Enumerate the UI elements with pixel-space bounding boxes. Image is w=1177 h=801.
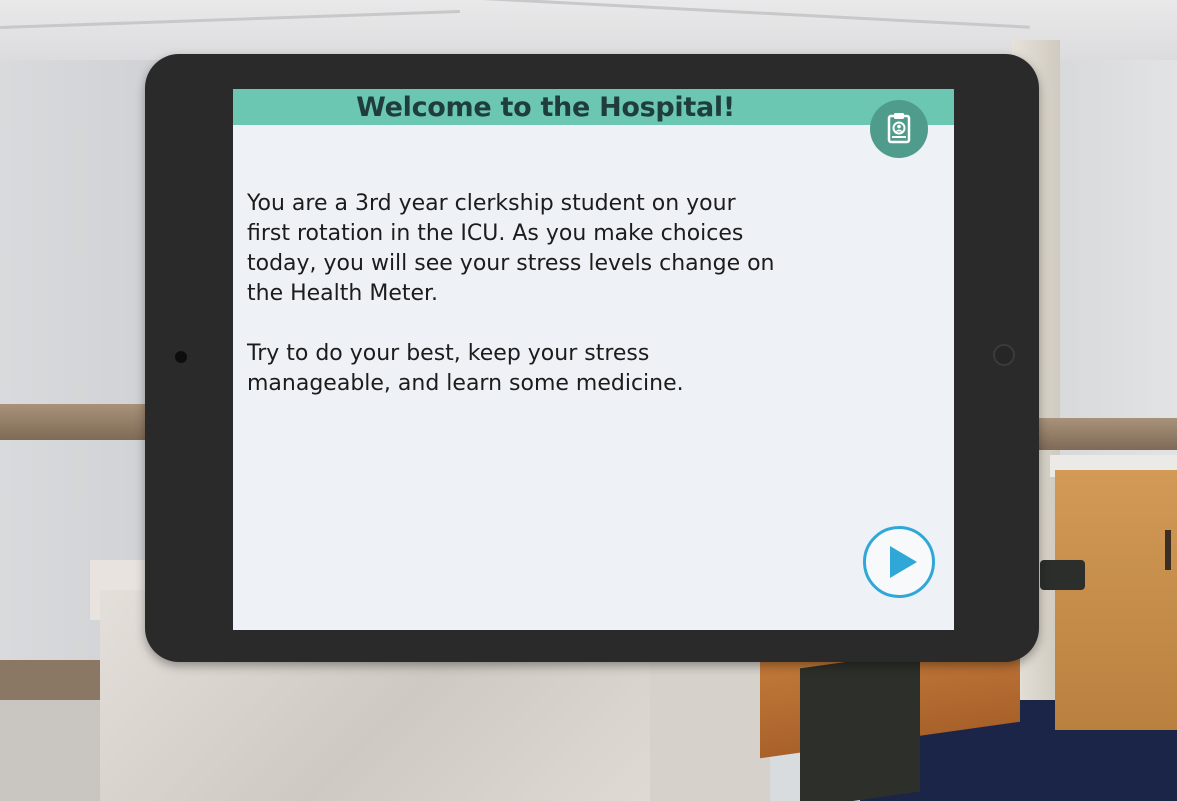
dialog-paragraph-intro: You are a 3rd year clerkship student on …: [247, 191, 775, 306]
hospital-ceiling: [0, 0, 1177, 60]
tablet-device: Welcome to the Hospital! You are a 3rd y…: [145, 54, 1039, 662]
equipment-knob: [1040, 560, 1085, 590]
dialog-body: You are a 3rd year clerkship student on …: [247, 189, 937, 399]
dialog-title: Welcome to the Hospital!: [356, 92, 735, 123]
tablet-camera: [175, 351, 187, 363]
tablet-screen: Welcome to the Hospital! You are a 3rd y…: [233, 89, 954, 630]
play-icon: [890, 546, 917, 578]
tablet-home-button: [993, 344, 1015, 366]
clipboard-icon: [887, 113, 911, 144]
dialog-paragraph-advice: Try to do your best, keep your stress ma…: [247, 341, 684, 396]
game-scene: Welcome to the Hospital! You are a 3rd y…: [0, 0, 1177, 801]
next-button[interactable]: [863, 526, 935, 598]
cabinet-handle: [1165, 530, 1171, 570]
wall-handrail-right: [1020, 418, 1177, 450]
clipboard-button[interactable]: [870, 100, 928, 158]
desk-stone-panel: [800, 651, 920, 801]
wooden-cabinet: [1055, 470, 1177, 730]
floor-left: [0, 700, 110, 801]
